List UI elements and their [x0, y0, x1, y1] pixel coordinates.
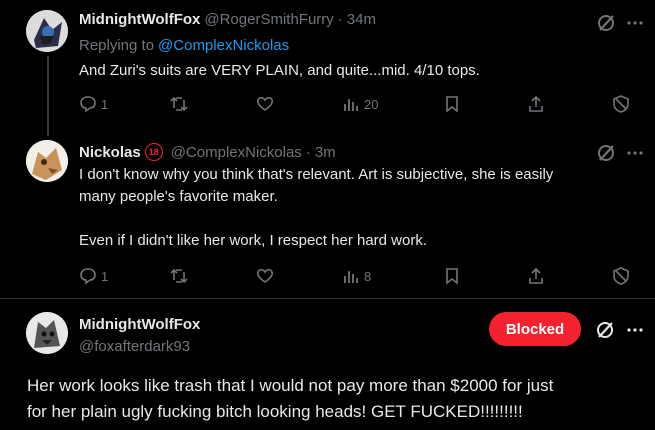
block-button[interactable]: [612, 95, 630, 113]
like-button[interactable]: [256, 95, 274, 113]
reply-button[interactable]: 1: [79, 267, 108, 285]
more-icon[interactable]: [626, 143, 644, 168]
tweet-text-line-1: I don't know why you think that's releva…: [79, 166, 554, 183]
share-icon: [529, 95, 543, 112]
display-name[interactable]: MidnightWolfFox: [79, 11, 200, 28]
handle[interactable]: @ComplexNickolas: [171, 144, 302, 161]
retweet-button[interactable]: [170, 95, 188, 113]
bookmark-icon: [446, 96, 458, 113]
like-icon: [256, 96, 274, 111]
retweet-button[interactable]: [170, 267, 188, 285]
share-button[interactable]: [527, 95, 545, 113]
share-icon: [529, 267, 543, 284]
more-icon[interactable]: [626, 13, 644, 38]
views-icon: [344, 99, 358, 111]
grok-icon[interactable]: [596, 143, 616, 168]
avatar-image: [26, 10, 68, 52]
views-button[interactable]: 20: [342, 95, 378, 113]
main-tweet-text-line-1: Her work looks like trash that I would n…: [27, 376, 554, 395]
bookmark-icon: [446, 268, 458, 285]
reply-count: 1: [101, 268, 109, 284]
views-icon: [344, 271, 358, 283]
replying-prefix: Replying to: [79, 37, 155, 54]
reply-button[interactable]: 1: [79, 95, 108, 113]
avatar-image: [26, 312, 68, 354]
retweet-icon: [170, 96, 188, 112]
timestamp[interactable]: 34m: [347, 11, 376, 28]
age-badge-label: 18: [148, 147, 159, 157]
tweet-text-line-3: Even if I didn't like her work, I respec…: [79, 232, 428, 249]
reply-icon: [80, 96, 96, 113]
avatar-image: [26, 140, 68, 182]
avatar[interactable]: [26, 140, 68, 182]
retweet-icon: [170, 268, 188, 284]
like-button[interactable]: [256, 267, 274, 285]
reply-count: 1: [101, 96, 109, 112]
bookmark-button[interactable]: [443, 267, 461, 285]
blocked-button-label: Blocked: [505, 320, 565, 338]
separator: ·: [337, 11, 343, 28]
avatar[interactable]: [26, 312, 68, 354]
grok-icon[interactable]: [596, 13, 616, 38]
avatar[interactable]: [26, 10, 68, 52]
display-name[interactable]: MidnightWolfFox: [79, 316, 200, 333]
display-name[interactable]: Nickolas: [79, 144, 141, 161]
handle[interactable]: @foxafterdark93: [79, 338, 190, 355]
replying-to-link[interactable]: @ComplexNickolas: [158, 37, 289, 54]
block-button[interactable]: [612, 267, 630, 285]
views-count: 8: [364, 268, 372, 284]
divider: [0, 298, 655, 299]
blocked-button[interactable]: Blocked: [489, 312, 581, 346]
separator: ·: [305, 143, 311, 161]
more-icon[interactable]: [626, 320, 644, 345]
like-icon: [256, 268, 274, 283]
block-icon: [613, 95, 629, 113]
views-button[interactable]: 8: [342, 267, 371, 285]
share-button[interactable]: [527, 267, 545, 285]
age-badge: 18: [144, 143, 163, 161]
timestamp[interactable]: 3m: [315, 144, 336, 161]
grok-icon[interactable]: [595, 320, 615, 345]
reply-icon: [80, 268, 96, 285]
block-icon: [613, 267, 629, 285]
tweet-text: And Zuri's suits are VERY PLAIN, and qui…: [79, 62, 480, 79]
tweet-text-line-2: many people's favorite maker.: [79, 188, 278, 205]
thread-line: [47, 56, 49, 136]
handle[interactable]: @RogerSmithFurry: [204, 11, 333, 28]
main-tweet-text-line-2: for her plain ugly fucking bitch looking…: [27, 402, 523, 421]
bookmark-button[interactable]: [443, 95, 461, 113]
views-count: 20: [364, 96, 379, 112]
